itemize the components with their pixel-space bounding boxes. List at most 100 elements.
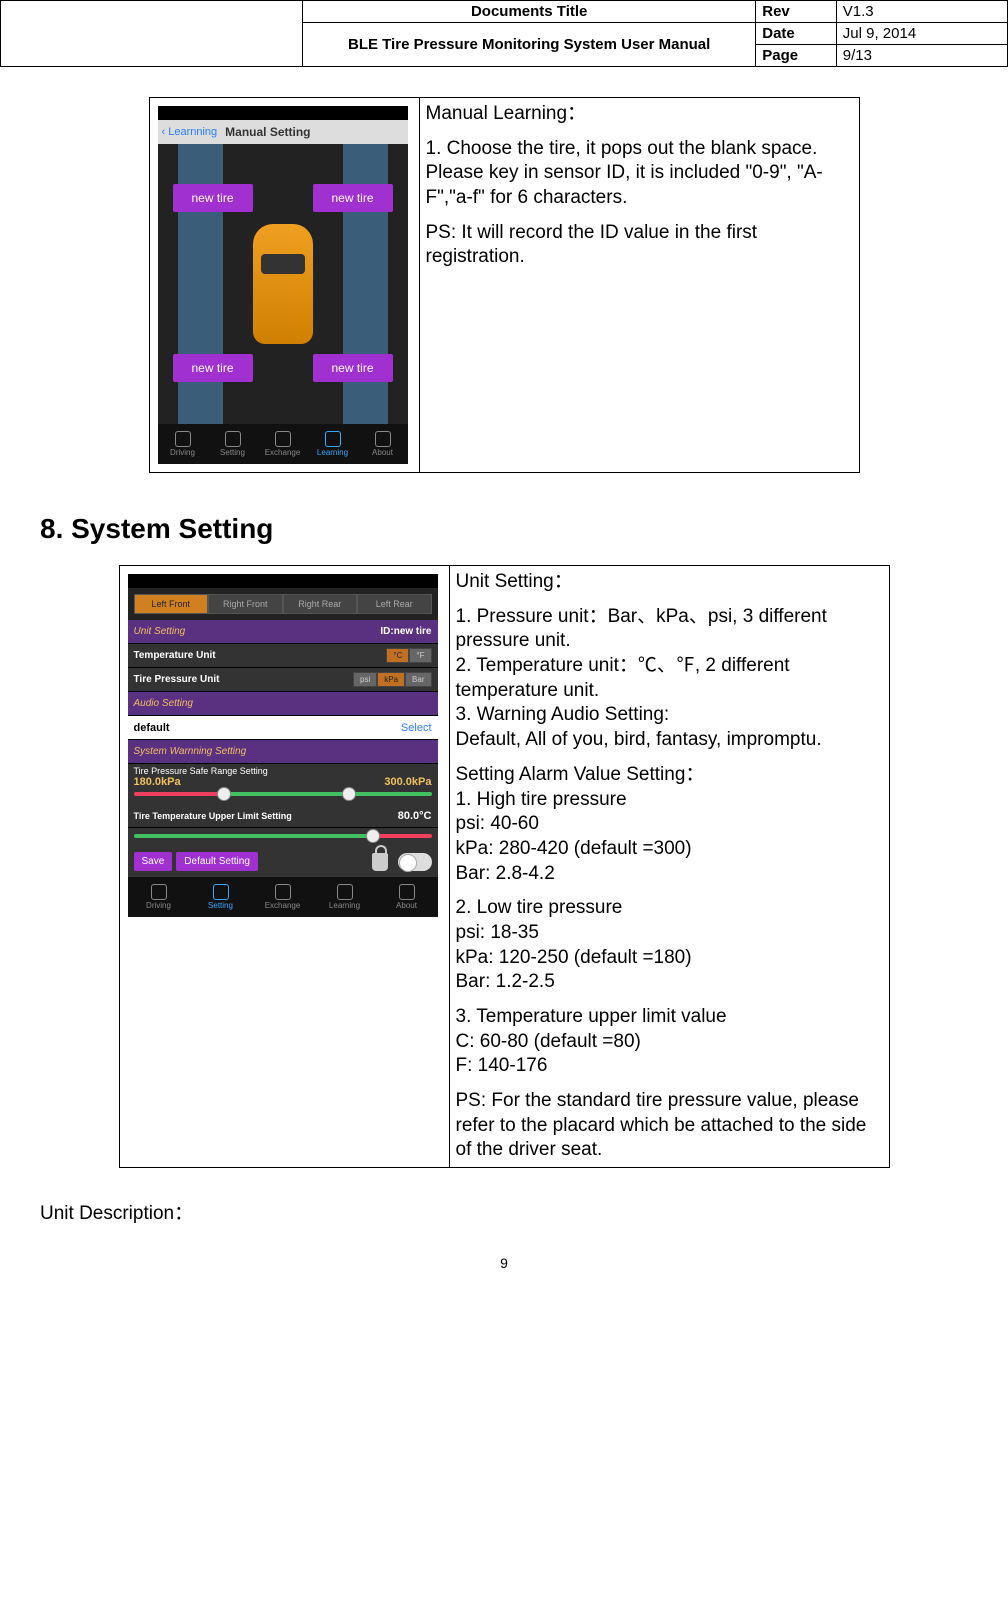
- tab-label: Setting: [220, 448, 245, 457]
- about-icon: [399, 884, 415, 900]
- learning-icon: [337, 884, 353, 900]
- tab-driving[interactable]: Driving: [128, 877, 190, 917]
- tab-about[interactable]: About: [358, 424, 408, 464]
- tab-driving[interactable]: Driving: [158, 424, 208, 464]
- status-bar: [158, 106, 408, 120]
- nav-title: Manual Setting: [225, 125, 310, 139]
- pressure-range-row: Tire Pressure Safe Range Setting 180.0kP…: [128, 764, 438, 804]
- pressure-unit-segmented[interactable]: psi kPa Bar: [353, 672, 431, 687]
- rev-label: Rev: [756, 1, 837, 23]
- learning-icon: [325, 431, 341, 447]
- exchange-icon: [275, 431, 291, 447]
- save-row: Save Default Setting: [128, 846, 438, 877]
- default-setting-button[interactable]: Default Setting: [176, 852, 258, 871]
- press-unit-kpa[interactable]: kPa: [377, 672, 405, 687]
- ps-note: PS: For the standard tire pressure value…: [456, 1089, 883, 1163]
- audio-setting-header: Audio Setting: [128, 692, 438, 716]
- status-bar: [128, 574, 438, 588]
- tire-button-front-right[interactable]: new tire: [313, 184, 393, 212]
- pressure-high-value: 300.0kPa: [384, 776, 431, 788]
- temp-unit-f[interactable]: °F: [409, 648, 431, 663]
- press-unit-bar[interactable]: Bar: [405, 672, 431, 687]
- tab-label: Learning: [329, 901, 360, 910]
- app-screenshot-system-setting: Left Front Right Front Right Rear Left R…: [128, 574, 438, 917]
- temperature-unit-segmented[interactable]: °C °F: [386, 648, 431, 663]
- item1: 1. Pressure unit：Bar、kPa、psi, 3 differen…: [456, 605, 883, 654]
- pressure-range-label: Tire Pressure Safe Range Setting: [134, 766, 432, 776]
- temp-limit-row: Tire Temperature Upper Limit Setting 80.…: [128, 804, 438, 828]
- seg-right-front[interactable]: Right Front: [208, 594, 283, 614]
- tab-label: Driving: [170, 448, 195, 457]
- pressure-range-slider[interactable]: [134, 792, 432, 796]
- app-screenshot-manual-setting: ‹ Learnning Manual Setting new tire new …: [158, 106, 408, 464]
- tab-learning[interactable]: Learning: [314, 877, 376, 917]
- car-icon: [151, 884, 167, 900]
- item3: 3. Warning Audio Setting:: [456, 703, 883, 728]
- slider-handle-temp[interactable]: [366, 829, 380, 843]
- about-icon: [375, 431, 391, 447]
- a2-psi: psi: 18-35: [456, 921, 883, 946]
- tab-label: Driving: [146, 901, 171, 910]
- a1-kpa: kPa: 280-420 (default =300): [456, 837, 883, 862]
- a2-kpa: kPa: 120-250 (default =180): [456, 946, 883, 971]
- car-icon: [253, 224, 313, 344]
- document-header-table: Documents Title Rev V1.3 BLE Tire Pressu…: [0, 0, 1008, 67]
- unit-setting-header: Unit Setting ID:new tire: [128, 620, 438, 644]
- tab-exchange[interactable]: Exchange: [252, 877, 314, 917]
- tab-label: Exchange: [265, 448, 301, 457]
- exchange-icon: [275, 884, 291, 900]
- desc-title: Manual Learning：: [426, 102, 853, 127]
- temp-limit-label: Tire Temperature Upper Limit Setting: [134, 811, 398, 821]
- page-value: 9/13: [836, 45, 1007, 67]
- tire-button-rear-right[interactable]: new tire: [313, 354, 393, 382]
- tab-setting[interactable]: Setting: [208, 424, 258, 464]
- tab-label: Exchange: [265, 901, 301, 910]
- tab-setting[interactable]: Setting: [190, 877, 252, 917]
- a3-c: C: 60-80 (default =80): [456, 1030, 883, 1055]
- warning-setting-header: System Warnning Setting: [128, 740, 438, 764]
- lock-toggle[interactable]: [398, 853, 432, 871]
- temp-unit-c[interactable]: °C: [386, 648, 409, 663]
- slider-handle-high[interactable]: [342, 787, 356, 801]
- press-unit-psi[interactable]: psi: [353, 672, 377, 687]
- tire-position-segmented-control[interactable]: Left Front Right Front Right Rear Left R…: [128, 588, 438, 620]
- a3-f: F: 140-176: [456, 1054, 883, 1079]
- manual-learning-table: ‹ Learnning Manual Setting new tire new …: [149, 97, 860, 473]
- car-icon: [175, 431, 191, 447]
- audio-default-row[interactable]: default Select: [128, 716, 438, 740]
- tire-button-front-left[interactable]: new tire: [173, 184, 253, 212]
- save-button[interactable]: Save: [134, 852, 173, 871]
- seg-right-rear[interactable]: Right Rear: [283, 594, 358, 614]
- rev-value: V1.3: [836, 1, 1007, 23]
- tab-exchange[interactable]: Exchange: [258, 424, 308, 464]
- manual-learning-screenshot-cell: ‹ Learnning Manual Setting new tire new …: [149, 98, 419, 473]
- seg-left-rear[interactable]: Left Rear: [357, 594, 432, 614]
- temp-limit-slider[interactable]: [134, 834, 432, 838]
- system-setting-description: Unit Setting： 1. Pressure unit：Bar、kPa、p…: [449, 566, 889, 1168]
- tab-label: Setting: [208, 901, 233, 910]
- gear-icon: [213, 884, 229, 900]
- a2-bar: Bar: 1.2-2.5: [456, 970, 883, 995]
- unit-setting-label: Unit Setting: [134, 626, 186, 637]
- a3: 3. Temperature upper limit value: [456, 1005, 883, 1030]
- slider-handle-low[interactable]: [217, 787, 231, 801]
- tab-learning[interactable]: Learning: [308, 424, 358, 464]
- audio-default-label: default: [134, 722, 170, 734]
- page-label: Page: [756, 45, 837, 67]
- pressure-unit-label: Tire Pressure Unit: [134, 674, 354, 685]
- audio-select-link[interactable]: Select: [401, 722, 432, 734]
- seg-left-front[interactable]: Left Front: [134, 594, 209, 614]
- tire-selection-area: new tire new tire new tire new tire: [158, 144, 408, 424]
- a1-psi: psi: 40-60: [456, 812, 883, 837]
- tire-button-rear-left[interactable]: new tire: [173, 354, 253, 382]
- nav-bar: ‹ Learnning Manual Setting: [158, 120, 408, 144]
- desc-step1: 1. Choose the tire, it pops out the blan…: [426, 137, 853, 211]
- page-number: 9: [40, 1255, 968, 1271]
- header-logo-cell: [1, 1, 303, 67]
- audio-setting-label: Audio Setting: [134, 698, 194, 709]
- tab-about[interactable]: About: [376, 877, 438, 917]
- a2: 2. Low tire pressure: [456, 896, 883, 921]
- tab-label: About: [396, 901, 417, 910]
- pressure-low-value: 180.0kPa: [134, 776, 181, 788]
- nav-back-button[interactable]: ‹ Learnning: [162, 126, 218, 138]
